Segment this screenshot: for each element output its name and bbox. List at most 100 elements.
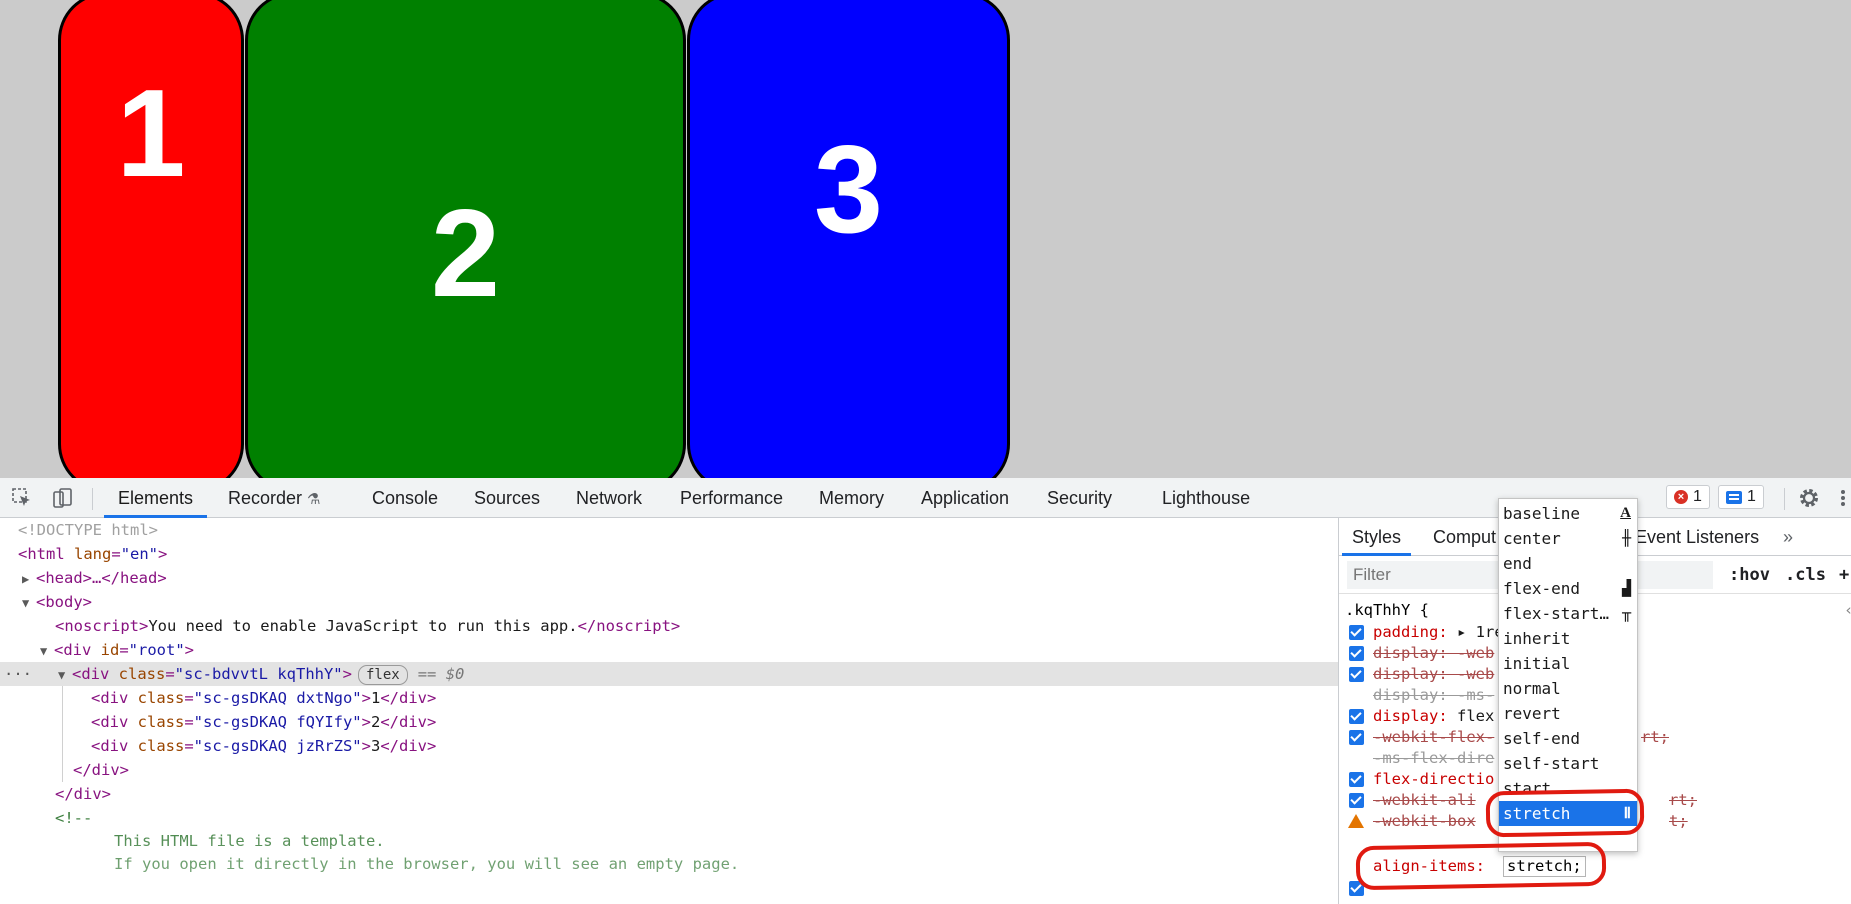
tab-styles[interactable]: Styles <box>1342 518 1412 556</box>
hov-button[interactable]: :hov <box>1729 556 1770 594</box>
comment-open: <!-- <box>55 809 93 827</box>
tab-console[interactable]: Console <box>372 478 438 518</box>
tree-line-html[interactable]: <html lang="en"> <box>0 542 1338 566</box>
tree-line-comment-1[interactable]: This HTML file is a template. <box>0 829 1338 853</box>
more-options-icon[interactable] <box>1836 486 1850 510</box>
child-2-class: "sc-gsDKAQ fQYIfy" <box>193 713 362 731</box>
tab-performance[interactable]: Performance <box>680 478 783 518</box>
tree-line-close-root[interactable]: </div> <box>0 782 1338 806</box>
highlight-annotation-align-items <box>1355 841 1607 891</box>
declaration-checkbox[interactable] <box>1349 646 1364 661</box>
head-tag: <head>…</head> <box>36 569 167 587</box>
option-revert[interactable]: revert <box>1499 701 1637 726</box>
more-actions-icon[interactable]: ··· <box>4 662 32 686</box>
child-3-text: 3 <box>371 737 381 755</box>
option-flex-start[interactable]: flex-start… ╥ <box>1499 601 1637 626</box>
child-1-text: 1 <box>371 689 381 707</box>
message-count-badge[interactable]: 1 <box>1718 485 1764 509</box>
close-div-tag: </div> <box>73 761 129 779</box>
collapse-triangle-icon[interactable]: ▼ <box>22 591 36 615</box>
tree-line-head[interactable]: ▶ <head>…</head> <box>0 566 1338 590</box>
option-label: normal <box>1503 679 1561 698</box>
root-attr: id <box>91 641 120 659</box>
option-end[interactable]: end <box>1499 551 1637 576</box>
declaration-checkbox[interactable] <box>1349 793 1364 808</box>
inspect-element-icon[interactable] <box>10 486 34 510</box>
declaration-prop: padding: <box>1373 623 1448 641</box>
add-rule-icon[interactable]: + <box>1839 556 1849 594</box>
tab-elements-label: Elements <box>118 488 194 508</box>
more-tabs-icon[interactable]: » <box>1783 518 1793 556</box>
child-2-text: 2 <box>371 713 381 731</box>
tree-line-child-3[interactable]: <div class="sc-gsDKAQ jzRrZS">3</div> <box>0 734 1338 758</box>
tab-lighthouse[interactable]: Lighthouse <box>1162 478 1250 518</box>
declaration-tail: rt; <box>1669 791 1697 809</box>
option-center[interactable]: center ╫ <box>1499 526 1637 551</box>
tree-line-comment-open[interactable]: <!-- <box>0 806 1338 830</box>
declaration-checkbox[interactable] <box>1349 709 1364 724</box>
html-tag: <html <box>18 545 65 563</box>
option-label: self-end <box>1503 729 1581 748</box>
tree-line-close-div[interactable]: </div> <box>0 758 1338 782</box>
tab-styles-label: Styles <box>1352 527 1402 547</box>
declaration-checkbox[interactable] <box>1349 772 1364 787</box>
option-label: revert <box>1503 704 1561 723</box>
collapse-triangle-icon[interactable]: ▼ <box>40 639 54 663</box>
cls-button[interactable]: .cls <box>1785 556 1826 594</box>
option-baseline[interactable]: baseline A <box>1499 501 1637 526</box>
flex-item-1-label: 1 <box>116 65 186 203</box>
tree-line-noscript[interactable]: <noscript>You need to enable JavaScript … <box>0 614 1338 638</box>
declaration-value: flex <box>1447 707 1495 725</box>
option-inherit[interactable]: inherit <box>1499 626 1637 651</box>
declaration-checkbox[interactable] <box>1349 667 1364 682</box>
gear-icon[interactable] <box>1797 486 1821 510</box>
tab-elements[interactable]: Elements <box>104 478 208 518</box>
option-label: baseline <box>1503 504 1581 523</box>
selected-node-marker: == $0 <box>417 665 465 683</box>
tree-line-doctype[interactable]: <!DOCTYPE html> <box>0 518 1338 542</box>
tree-line-body[interactable]: ▼ <body> <box>0 590 1338 614</box>
flex-item-3: 3 <box>687 0 1010 478</box>
declaration-prop: display: <box>1373 707 1448 725</box>
option-normal[interactable]: normal <box>1499 676 1637 701</box>
tree-line-child-1[interactable]: <div class="sc-gsDKAQ dxtNgo">1</div> <box>0 686 1338 710</box>
tab-security[interactable]: Security <box>1047 478 1112 518</box>
root-attr-value: "root" <box>128 641 185 659</box>
option-flex-end[interactable]: flex-end ▟ <box>1499 576 1637 601</box>
tab-application[interactable]: Application <box>921 478 1009 518</box>
child-1-class: "sc-gsDKAQ dxtNgo" <box>193 689 362 707</box>
tab-sources[interactable]: Sources <box>474 478 540 518</box>
tree-line-selected[interactable]: ··· ▼ <div class="sc-bdvvtL kqThhY"> flex ==… <box>0 662 1338 686</box>
option-label: flex-start… <box>1503 604 1609 623</box>
expand-triangle-icon[interactable]: ▶ <box>22 567 36 591</box>
flex-badge[interactable]: flex <box>358 665 408 685</box>
tab-sources-label: Sources <box>474 488 541 508</box>
option-self-start[interactable]: self-start <box>1499 751 1637 776</box>
declaration-checkbox[interactable] <box>1349 730 1364 745</box>
error-icon: × <box>1674 490 1688 504</box>
tree-line-child-2[interactable]: <div class="sc-gsDKAQ fQYIfy">2</div> <box>0 710 1338 734</box>
collapse-triangle-icon[interactable]: ▼ <box>58 663 72 687</box>
tab-network[interactable]: Network <box>576 478 642 518</box>
declaration-checkbox[interactable] <box>1349 625 1364 640</box>
child-3-class: "sc-gsDKAQ jzRrZS" <box>193 737 362 755</box>
tab-console-label: Console <box>372 488 439 508</box>
tree-line-root[interactable]: ▼ <div id="root"> <box>0 638 1338 662</box>
tree-guide-line <box>62 686 63 782</box>
align-end-icon: ▟ <box>1621 579 1631 597</box>
tab-computed[interactable]: Comput <box>1433 518 1496 556</box>
error-count: 1 <box>1693 488 1702 505</box>
error-count-badge[interactable]: × 1 <box>1666 485 1710 509</box>
option-self-end[interactable]: self-end <box>1499 726 1637 751</box>
warning-icon <box>1348 814 1364 828</box>
tab-lighthouse-label: Lighthouse <box>1162 488 1251 508</box>
device-toolbar-icon[interactable] <box>50 486 74 510</box>
tree-line-comment-2[interactable]: If you open it directly in the browser, … <box>0 852 1338 876</box>
declaration-prop: -ms-flex-dire <box>1373 749 1495 767</box>
tab-memory[interactable]: Memory <box>819 478 884 518</box>
tab-recorder-label: Recorder <box>228 488 303 508</box>
align-start-icon: ╥ <box>1621 604 1631 622</box>
tab-event-listeners[interactable]: Event Listeners <box>1635 518 1759 556</box>
tab-recorder[interactable]: Recorder ⚗ <box>228 478 321 518</box>
option-initial[interactable]: initial <box>1499 651 1637 676</box>
